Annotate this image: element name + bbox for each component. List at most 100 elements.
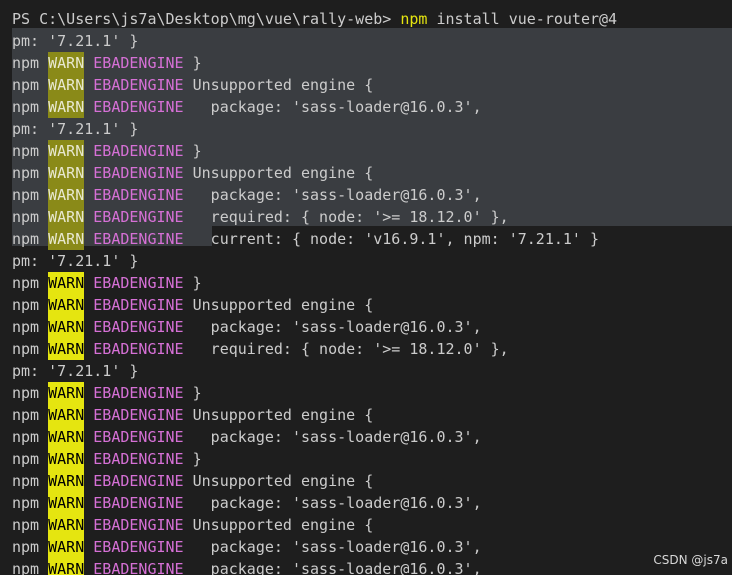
output-line: npm WARN EBADENGINE } — [12, 272, 617, 294]
error-code: EBADENGINE — [93, 296, 184, 314]
line-message: '7.21.1' } — [39, 120, 139, 138]
output-line: npm WARN EBADENGINE } — [12, 448, 617, 470]
prompt-line: PS C:\Users\js7a\Desktop\mg\vue\rally-we… — [12, 8, 617, 30]
npm-label: npm — [12, 54, 40, 72]
error-code: EBADENGINE — [93, 98, 184, 116]
output-line: npm WARN EBADENGINE package: 'sass-loade… — [12, 96, 617, 118]
line-message: '7.21.1' } — [39, 252, 139, 270]
warn-badge: WARN — [48, 206, 85, 228]
line-message: package: 'sass-loader@16.0.3', — [183, 186, 482, 204]
npm-label: npm — [12, 538, 40, 556]
warn-badge: WARN — [48, 228, 85, 250]
error-code: EBADENGINE — [93, 54, 184, 72]
warn-badge: WARN — [48, 74, 85, 96]
npm-label: npm — [12, 472, 40, 490]
npm-label: npm — [12, 274, 40, 292]
line-message: Unsupported engine { — [183, 296, 374, 314]
line-message: package: 'sass-loader@16.0.3', — [183, 428, 482, 446]
npm-label: npm — [12, 296, 40, 314]
warn-badge: WARN — [48, 404, 85, 426]
output-line: npm WARN EBADENGINE Unsupported engine { — [12, 162, 617, 184]
error-code: EBADENGINE — [93, 186, 184, 204]
line-message: current: { node: 'v16.9.1', npm: '7.21.1… — [183, 230, 600, 248]
warn-badge: WARN — [48, 162, 85, 184]
warn-badge: WARN — [48, 382, 85, 404]
output-line: npm WARN EBADENGINE Unsupported engine { — [12, 74, 617, 96]
warn-badge: WARN — [48, 558, 85, 575]
npm-label: npm — [12, 428, 40, 446]
line-message: Unsupported engine { — [183, 516, 374, 534]
output-line: npm WARN EBADENGINE Unsupported engine { — [12, 404, 617, 426]
line-message: package: 'sass-loader@16.0.3', — [183, 98, 482, 116]
warn-badge: WARN — [48, 514, 85, 536]
npm-label: npm — [12, 186, 40, 204]
error-code: EBADENGINE — [93, 450, 184, 468]
pm-label: pm: — [12, 120, 40, 138]
line-message: required: { node: '>= 18.12.0' }, — [183, 208, 509, 226]
warn-badge: WARN — [48, 96, 85, 118]
npm-label: npm — [12, 98, 40, 116]
terminal-window[interactable]: PS C:\Users\js7a\Desktop\mg\vue\rally-we… — [0, 0, 732, 575]
line-message: Unsupported engine { — [183, 76, 374, 94]
error-code: EBADENGINE — [93, 208, 184, 226]
npm-label: npm — [12, 318, 40, 336]
npm-label: npm — [12, 164, 40, 182]
output-line: npm WARN EBADENGINE } — [12, 382, 617, 404]
npm-label: npm — [12, 142, 40, 160]
output-line: pm: '7.21.1' } — [12, 30, 617, 52]
warn-badge: WARN — [48, 492, 85, 514]
error-code: EBADENGINE — [93, 340, 184, 358]
output-line: npm WARN EBADENGINE required: { node: '>… — [12, 338, 617, 360]
pm-label: pm: — [12, 252, 40, 270]
npm-label: npm — [12, 494, 40, 512]
output-line: npm WARN EBADENGINE package: 'sass-loade… — [12, 426, 617, 448]
error-code: EBADENGINE — [93, 142, 184, 160]
line-message: Unsupported engine { — [183, 472, 374, 490]
error-code: EBADENGINE — [93, 516, 184, 534]
warn-badge: WARN — [48, 536, 85, 558]
watermark: CSDN @js7a — [653, 553, 728, 567]
error-code: EBADENGINE — [93, 230, 184, 248]
error-code: EBADENGINE — [93, 384, 184, 402]
prompt-args: install vue-router@4 — [427, 10, 618, 28]
npm-label: npm — [12, 230, 40, 248]
error-code: EBADENGINE — [93, 560, 184, 575]
pm-label: pm: — [12, 32, 40, 50]
line-message: required: { node: '>= 18.12.0' }, — [183, 340, 509, 358]
terminal-output: PS C:\Users\js7a\Desktop\mg\vue\rally-we… — [12, 8, 617, 575]
line-message: } — [183, 384, 202, 402]
output-line: npm WARN EBADENGINE package: 'sass-loade… — [12, 316, 617, 338]
output-line: npm WARN EBADENGINE package: 'sass-loade… — [12, 492, 617, 514]
line-message: } — [183, 54, 202, 72]
warn-badge: WARN — [48, 184, 85, 206]
output-line: npm WARN EBADENGINE Unsupported engine { — [12, 470, 617, 492]
output-line: pm: '7.21.1' } — [12, 118, 617, 140]
line-message: '7.21.1' } — [39, 32, 139, 50]
output-line: npm WARN EBADENGINE Unsupported engine { — [12, 514, 617, 536]
output-line: npm WARN EBADENGINE package: 'sass-loade… — [12, 536, 617, 558]
line-message: Unsupported engine { — [183, 406, 374, 424]
line-message: package: 'sass-loader@16.0.3', — [183, 494, 482, 512]
output-line: npm WARN EBADENGINE package: 'sass-loade… — [12, 558, 617, 575]
line-message: } — [183, 142, 202, 160]
pm-label: pm: — [12, 362, 40, 380]
error-code: EBADENGINE — [93, 428, 184, 446]
output-line: npm WARN EBADENGINE Unsupported engine { — [12, 294, 617, 316]
warn-badge: WARN — [48, 272, 85, 294]
output-line: pm: '7.21.1' } — [12, 250, 617, 272]
output-line: npm WARN EBADENGINE } — [12, 52, 617, 74]
npm-label: npm — [12, 384, 40, 402]
error-code: EBADENGINE — [93, 472, 184, 490]
error-code: EBADENGINE — [93, 76, 184, 94]
npm-label: npm — [12, 208, 40, 226]
error-code: EBADENGINE — [93, 318, 184, 336]
error-code: EBADENGINE — [93, 538, 184, 556]
error-code: EBADENGINE — [93, 494, 184, 512]
output-line: npm WARN EBADENGINE current: { node: 'v1… — [12, 228, 617, 250]
npm-label: npm — [12, 560, 40, 575]
line-message: package: 'sass-loader@16.0.3', — [183, 538, 482, 556]
prompt-command: npm — [400, 10, 428, 28]
line-message: Unsupported engine { — [183, 164, 374, 182]
line-message: package: 'sass-loader@16.0.3', — [183, 560, 482, 575]
error-code: EBADENGINE — [93, 274, 184, 292]
